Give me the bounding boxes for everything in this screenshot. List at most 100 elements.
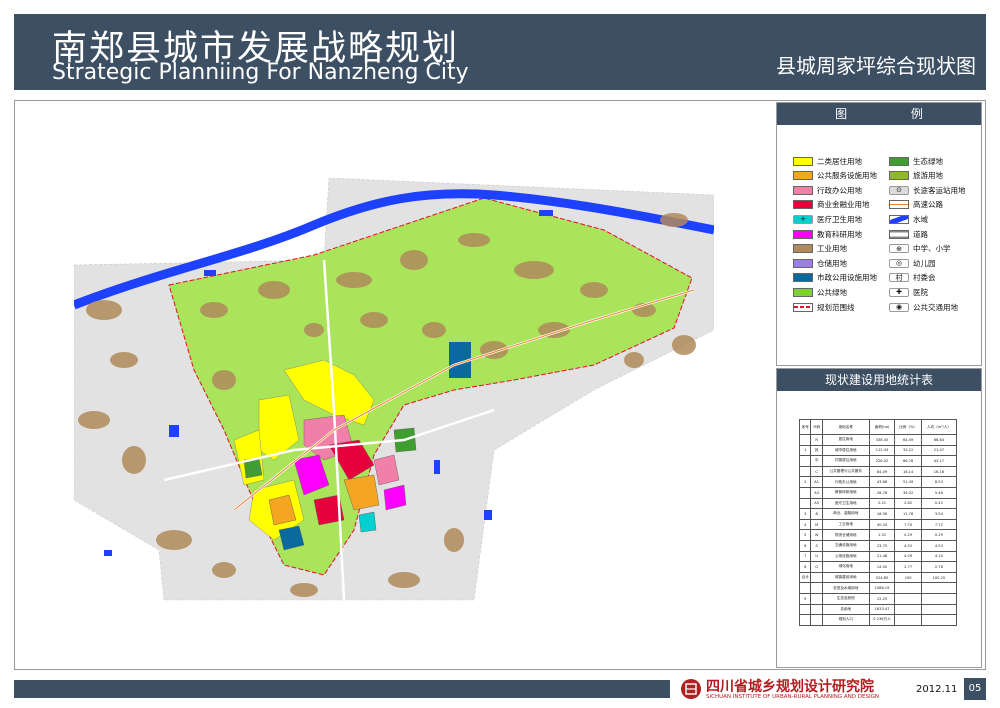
- table-row: 2 A1 行政办公用地 43.66 51.49 8.53: [798, 476, 958, 488]
- table-cell: A5: [810, 497, 823, 510]
- legend-swatch: [793, 244, 813, 254]
- table-cell: [920, 592, 958, 605]
- table-cell: 11.76: [894, 508, 922, 520]
- table-cell: C: [810, 465, 823, 478]
- table-cell: A1: [810, 476, 823, 488]
- table-column-header: 面积(ha): [868, 419, 896, 435]
- legend-swatch: [793, 229, 813, 239]
- legend-label: 规划范围线: [817, 302, 855, 312]
- institute-name-chinese: 四川省城乡规划设计研究院: [706, 679, 874, 695]
- legend-item: 教育科研用地: [793, 228, 862, 240]
- legend-label: 公共绿地: [817, 287, 847, 297]
- legend-symbol-icon: ⊕: [889, 244, 909, 254]
- legend-label: 村委会: [913, 273, 936, 283]
- table-cell: [810, 592, 823, 605]
- table-cell: 0.29: [894, 529, 922, 541]
- table-cell: 64.49: [894, 434, 922, 446]
- legend-item: 公共服务设施用地: [793, 170, 877, 182]
- institute-name-english: SICHUAN INSTITUTE OF URBAN-RURAL PLANNIN…: [706, 694, 879, 700]
- statistics-title: 现状建设用地统计表: [777, 369, 981, 391]
- table-cell: [798, 614, 812, 626]
- table-cell: [920, 614, 958, 626]
- legend-label: 公共交通用地: [913, 302, 958, 312]
- legend-symbol-icon: ◉: [889, 302, 909, 312]
- table-cell: 51.49: [894, 476, 922, 488]
- legend-symbol-icon: ✚: [889, 287, 909, 297]
- legend-label: 长途客运站用地: [913, 185, 966, 195]
- legend-swatch: [889, 200, 909, 210]
- legend-swatch: [793, 171, 813, 181]
- table-cell: 22.25: [868, 592, 896, 605]
- legend-item: ⊕ 中学、小学: [889, 243, 951, 255]
- table-cell: 规划人口: [821, 614, 870, 626]
- table-cell: 其: [810, 444, 823, 457]
- table-cell: 34.02: [894, 486, 922, 499]
- table-row: 中村镇居住用地 226.02 66.78 43.17: [798, 455, 958, 467]
- legend-item: 行政办公用地: [793, 184, 862, 196]
- table-cell: 16.56: [868, 508, 896, 520]
- table-cell: 居住用地: [821, 434, 870, 446]
- table-cell: 合计: [798, 571, 812, 584]
- table-cell: W: [810, 529, 823, 541]
- table-cell: G: [810, 561, 823, 573]
- table-cell: 112.43: [868, 444, 896, 457]
- table-cell: 100.25: [920, 571, 958, 584]
- legend-item: 市政公用设施用地: [793, 272, 877, 284]
- legend-label: 公共服务设施用地: [817, 171, 877, 181]
- institute-logo-icon: [681, 679, 701, 699]
- table-cell: 物流仓储用地: [821, 529, 870, 541]
- legend-label: 市政公用设施用地: [817, 273, 877, 283]
- legend-item: + 医疗卫生用地: [793, 213, 862, 225]
- table-row: 合计 城镇建设用地 524.85 100 100.25: [798, 571, 958, 584]
- table-cell: 0.29: [920, 529, 958, 541]
- legend-panel: 图 例 二类居住用地 生态绿地 公共服务设施用地 旅游用地 行政办公用地 ⊙ 长途客运站用地…: [776, 102, 982, 366]
- table-cell: 9: [798, 592, 812, 605]
- table-cell: 交通设施用地: [821, 539, 870, 552]
- table-cell: [894, 614, 922, 626]
- table-cell: 村镇居住用地: [821, 455, 870, 467]
- legend-label: 高速公路: [913, 200, 943, 210]
- table-row: 9 生态及其他 22.25: [798, 592, 958, 605]
- legend-swatch: [793, 156, 813, 166]
- table-cell: 商业、金融用地: [821, 508, 870, 520]
- table-cell: 5: [798, 529, 812, 541]
- table-cell: 66.64: [920, 434, 958, 446]
- legend-swatch: [793, 200, 813, 210]
- table-row: 3 B 商业、金融用地 16.56 11.76 3.94: [798, 508, 958, 520]
- statistics-table: 序号 代码 用地名称 面积(ha) 比例（%） 人均（m²/人） R 居住用地 338.45 6…: [798, 419, 958, 626]
- table-row: A5 医疗卫生用地 2.21 2.62 0.42: [798, 497, 958, 510]
- table-cell: 1086.19: [868, 582, 896, 594]
- legend-item: ⊙ 长途客运站用地: [889, 184, 966, 196]
- legend-label: 水域: [913, 214, 928, 224]
- legend-label: 商业金融业用地: [817, 200, 870, 210]
- legend-item: 二类居住用地: [793, 155, 862, 167]
- table-cell: 公用设施用地: [821, 550, 870, 563]
- table-row: R 居住用地 338.45 64.49 66.64: [798, 434, 958, 446]
- legend-label: 医院: [913, 287, 928, 297]
- legend-label: 仓储用地: [817, 258, 847, 268]
- legend-label: 生态绿地: [913, 156, 943, 166]
- footer-bar: [14, 680, 670, 698]
- table-cell: 338.45: [868, 434, 896, 446]
- legend-item: 生态绿地: [889, 155, 943, 167]
- table-column-header: 序号: [798, 419, 812, 435]
- table-cell: 100: [894, 571, 922, 584]
- legend-item: 公共绿地: [793, 286, 847, 298]
- table-row: C 公共管理与公共服务 84.09 16.14 16.18: [798, 465, 958, 478]
- table-cell: 4.52: [894, 539, 922, 552]
- table-cell: [894, 592, 922, 605]
- table-cell: [810, 603, 823, 616]
- table-row: 5 W 物流仓储用地 1.52 0.29 0.29: [798, 529, 958, 541]
- table-cell: 84.09: [868, 465, 896, 478]
- table-cell: 7.70: [894, 518, 922, 531]
- legend-label: 教育科研用地: [817, 229, 862, 239]
- table-cell: R: [810, 434, 823, 446]
- table-cell: 524.85: [868, 571, 896, 584]
- table-cell: 43.66: [868, 476, 896, 488]
- table-cell: [920, 582, 958, 594]
- table-row: A3 教育科研用地 28.76 34.02 5.46: [798, 486, 958, 499]
- legend-label: 医疗卫生用地: [817, 214, 862, 224]
- legend-item: 规划范围线: [793, 301, 855, 313]
- legend-swatch: [793, 287, 813, 297]
- legend-swatch: [889, 171, 909, 181]
